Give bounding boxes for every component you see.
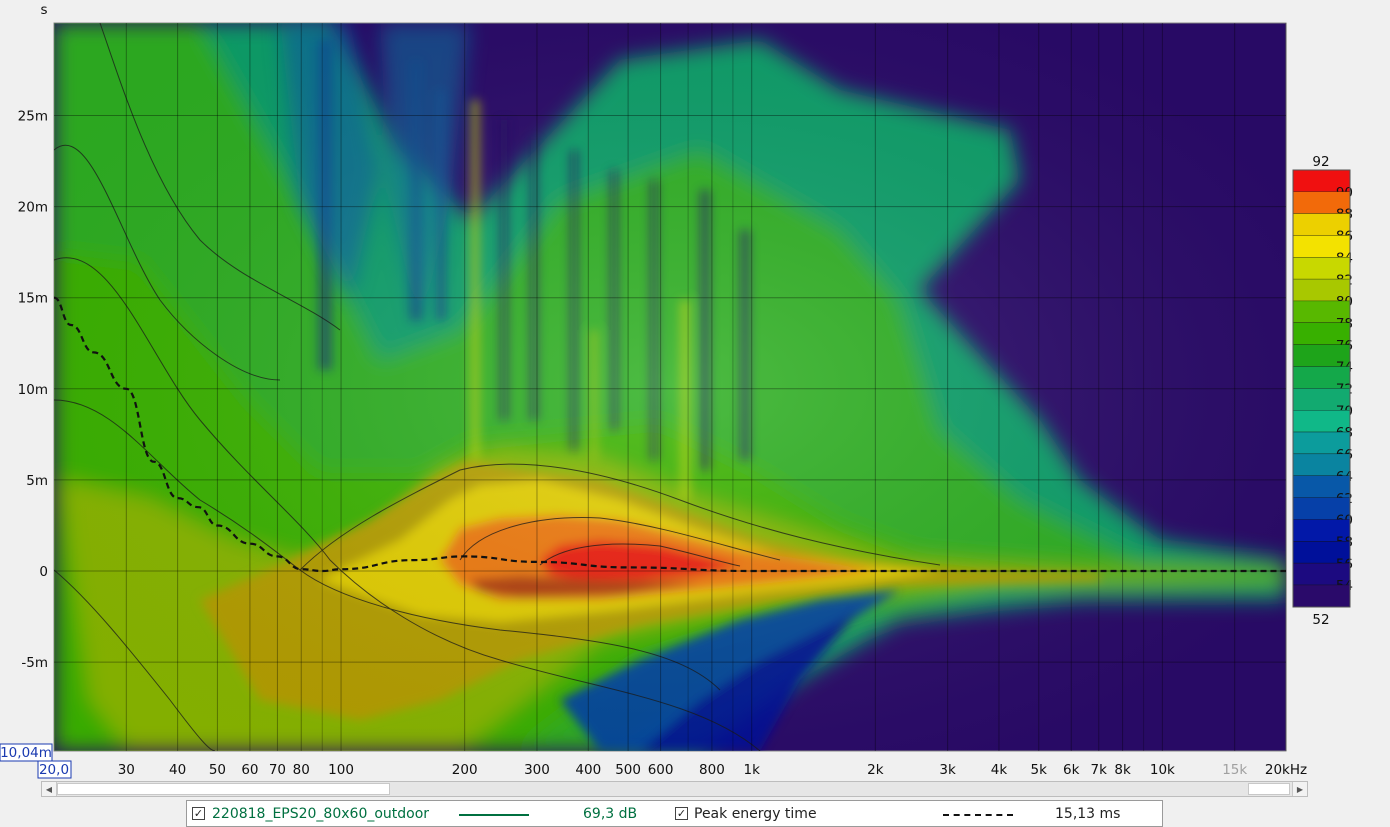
overlay-value: 15,13 ms [1055, 806, 1121, 822]
scroll-thumb-end[interactable] [1248, 783, 1290, 795]
measurement-line-swatch [459, 814, 529, 816]
x-tick-label: 500 [615, 762, 641, 778]
horizontal-scrollbar[interactable]: ◀ ▶ [41, 781, 1308, 797]
x-tick-label: 60 [241, 762, 258, 778]
x-tick-label: 800 [699, 762, 725, 778]
spectrogram-surface [54, 23, 1286, 751]
scroll-left-arrow-icon[interactable]: ◀ [42, 782, 57, 796]
x-tick-label: 80 [293, 762, 310, 778]
y-tick-label: 25m [18, 109, 48, 125]
peak-energy-checkbox[interactable]: ✓ [675, 807, 688, 820]
x-tick-label: 10k [1150, 762, 1175, 778]
y-tick-label: -5m [21, 655, 48, 671]
x-tick-label: 2k [867, 762, 884, 778]
x-tick-label: 1k [743, 762, 760, 778]
x-tick-label: 6k [1063, 762, 1080, 778]
scroll-thumb[interactable] [57, 783, 390, 795]
measurement-checkbox[interactable]: ✓ [192, 807, 205, 820]
measurement-value: 69,3 dB [583, 806, 638, 822]
y-axis: 25m 20m 15m 10m 5m 0 -5m [18, 109, 48, 672]
y-range-box[interactable]: 10,04m [0, 743, 53, 762]
y-axis-unit: s [40, 2, 47, 18]
color-scale-max-label: 92 [1312, 154, 1329, 170]
x-tick-label: 400 [575, 762, 601, 778]
x-tick-label: 300 [524, 762, 550, 778]
x-tick-label: 15k [1222, 762, 1247, 778]
y-tick-label: 10m [18, 382, 48, 398]
x-tick-label: 5k [1031, 762, 1048, 778]
x-tick-label: 100 [328, 762, 354, 778]
measurement-name: 220818_EPS20_80x60_outdoor [212, 806, 430, 822]
y-tick-label: 0 [39, 564, 48, 580]
y-tick-label: 5m [26, 473, 48, 489]
svg-text:10,04m: 10,04m [0, 745, 52, 761]
color-scale-band [1293, 585, 1350, 607]
x-tick-label: 7k [1091, 762, 1108, 778]
x-tick-label: 200 [452, 762, 478, 778]
spectrogram-chart: 30 40 50 60 70 80 100 200 300 400 500 600 800 1k 2k 3k 4… [0, 2, 1353, 779]
overlay-line-swatch [943, 814, 1013, 816]
svg-text:20,0: 20,0 [39, 762, 69, 778]
color-scale: 9088868482807876747270686664626058565492… [1292, 154, 1353, 628]
x-tick-label: 600 [648, 762, 674, 778]
x-tick-label: 30 [118, 762, 135, 778]
x-tick-label: 4k [991, 762, 1008, 778]
y-tick-label: 15m [18, 291, 48, 307]
y-tick-label: 20m [18, 200, 48, 216]
color-scale-min-label: 52 [1312, 612, 1329, 628]
x-axis: 30 40 50 60 70 80 100 200 300 400 500 600 800 1k 2k 3k 4… [118, 762, 1307, 778]
scroll-right-arrow-icon[interactable]: ▶ [1292, 782, 1307, 796]
x-tick-label: 40 [169, 762, 186, 778]
x-range-box[interactable]: 20,0 [37, 760, 72, 779]
x-tick-label: 50 [209, 762, 226, 778]
x-tick-label: 8k [1114, 762, 1131, 778]
overlay-name: Peak energy time [694, 806, 817, 822]
legend-bar: ✓ 220818_EPS20_80x60_outdoor 69,3 dB ✓ P… [186, 800, 1163, 827]
x-tick-label: 70 [269, 762, 286, 778]
x-tick-label: 3k [939, 762, 956, 778]
x-tick-label: 20kHz [1265, 762, 1307, 778]
